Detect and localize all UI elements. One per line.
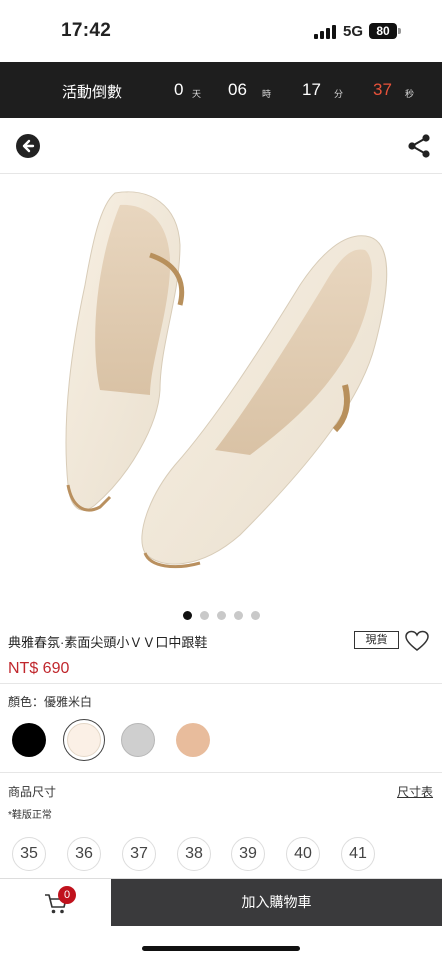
product-price: NT$ 690 xyxy=(8,660,70,677)
cart-button[interactable]: 0 xyxy=(0,879,111,926)
color-swatch-cream[interactable] xyxy=(67,723,101,757)
share-button[interactable] xyxy=(407,133,431,159)
color-swatch-grey[interactable] xyxy=(121,723,155,757)
share-icon xyxy=(408,134,430,158)
heart-icon xyxy=(405,630,429,651)
countdown-days-unit: 天 xyxy=(192,89,202,99)
countdown-bar: 活動倒數 0 天 06 時 17 分 37 秒 xyxy=(0,62,442,118)
size-chart-link[interactable]: 尺寸表 xyxy=(397,783,433,800)
wishlist-button[interactable] xyxy=(405,630,429,652)
carousel-dot[interactable] xyxy=(233,611,243,620)
arrow-left-icon xyxy=(22,139,35,153)
color-swatch-nude[interactable] xyxy=(176,723,210,757)
add-to-cart-button[interactable]: 加入購物車 xyxy=(111,879,442,926)
size-option-35[interactable]: 35 xyxy=(12,837,46,871)
status-time: 17:42 xyxy=(61,20,112,41)
size-option-38[interactable]: 38 xyxy=(177,837,211,871)
countdown-minutes: 17 xyxy=(302,80,321,99)
color-label: 顏色：優雅米白 xyxy=(8,695,93,709)
network-type: 5G xyxy=(343,23,364,40)
home-indicator xyxy=(142,946,300,951)
product-title: 典雅春氛·素面尖頭小ＶＶ口中跟鞋 xyxy=(8,635,208,650)
carousel-dot[interactable] xyxy=(216,611,226,620)
bottom-action-bar: 0 加入購物車 xyxy=(0,878,442,926)
stock-badge: 現貨 xyxy=(354,631,399,649)
battery-tip xyxy=(398,28,401,34)
size-option-40[interactable]: 40 xyxy=(286,837,320,871)
size-label: 商品尺寸 xyxy=(8,785,57,799)
product-image-carousel[interactable] xyxy=(0,175,442,595)
countdown-days: 0 xyxy=(174,80,184,99)
divider xyxy=(0,772,442,773)
back-button[interactable] xyxy=(16,134,40,158)
size-option-36[interactable]: 36 xyxy=(67,837,101,871)
size-option-37[interactable]: 37 xyxy=(122,837,156,871)
countdown-seconds: 37 xyxy=(373,80,392,99)
carousel-dots xyxy=(0,607,442,620)
size-note: *鞋版正常 xyxy=(8,810,52,821)
carousel-dot[interactable] xyxy=(250,611,260,620)
divider xyxy=(0,683,442,684)
countdown-label: 活動倒數 xyxy=(62,84,123,101)
battery-icon: 80 xyxy=(369,23,397,39)
countdown-seconds-unit: 秒 xyxy=(405,89,415,99)
cart-count-badge: 0 xyxy=(58,886,76,904)
size-option-39[interactable]: 39 xyxy=(231,837,265,871)
product-image xyxy=(65,191,388,569)
size-option-41[interactable]: 41 xyxy=(341,837,375,871)
status-bar: 17:42 5G 80 xyxy=(0,0,442,62)
carousel-dot[interactable] xyxy=(199,611,209,620)
carousel-dot[interactable] xyxy=(182,611,192,620)
color-swatch-black[interactable] xyxy=(12,723,46,757)
countdown-minutes-unit: 分 xyxy=(334,89,344,99)
countdown-hours-unit: 時 xyxy=(262,89,272,99)
nav-bar xyxy=(0,118,442,174)
countdown-hours: 06 xyxy=(228,80,247,99)
signal-icon xyxy=(314,25,336,39)
